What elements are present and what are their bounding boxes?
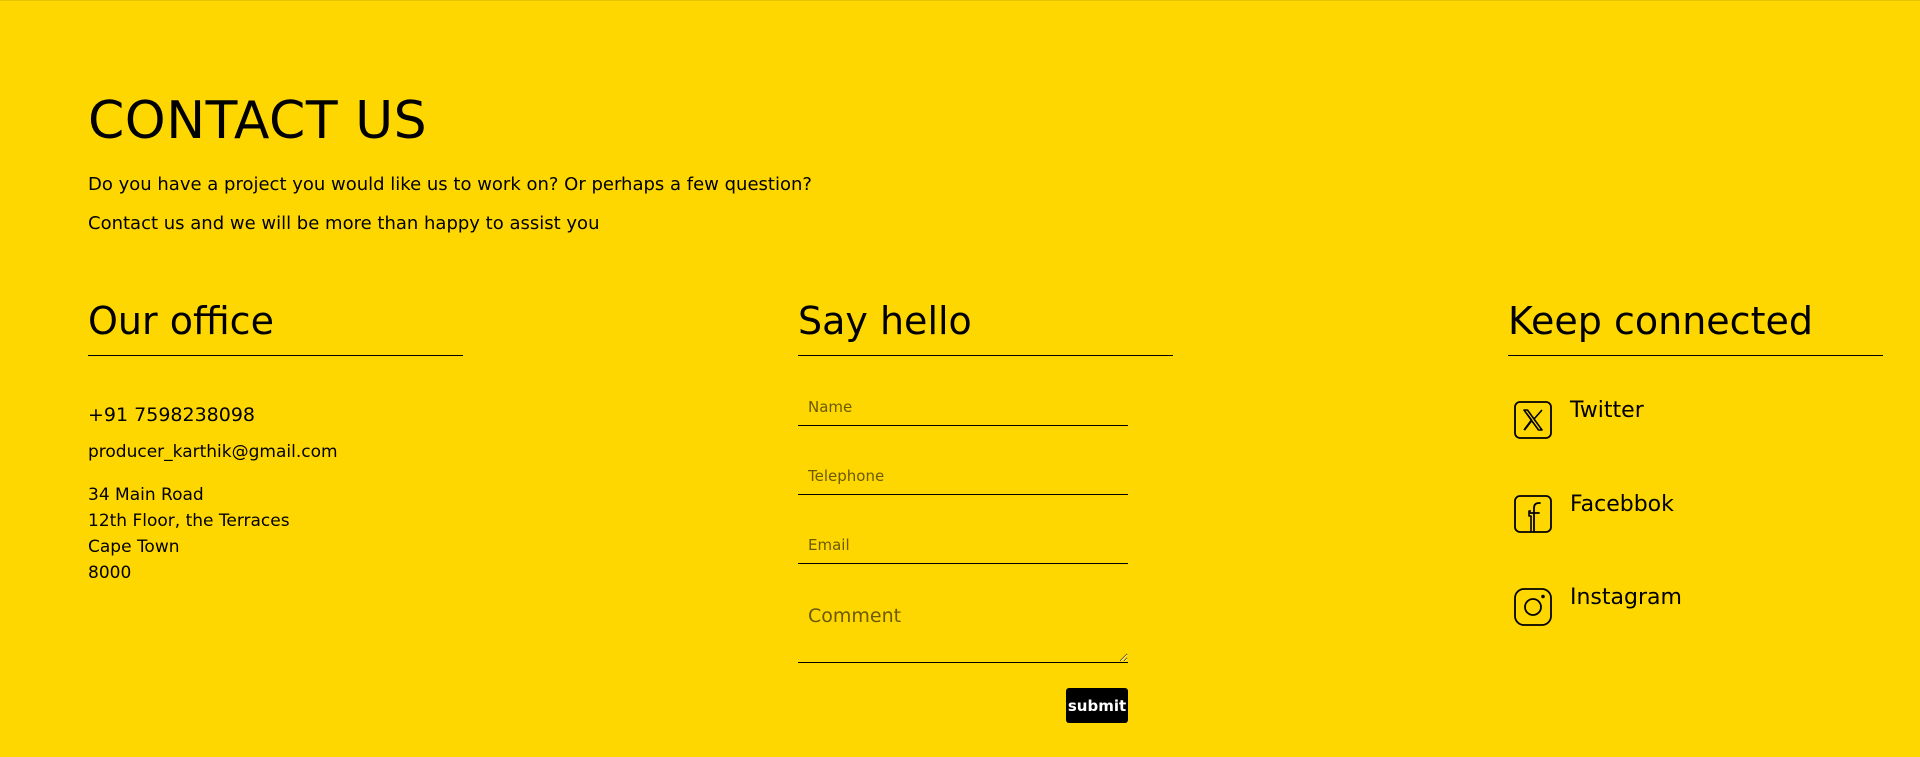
social-label-twitter: Twitter	[1570, 398, 1644, 423]
submit-button[interactable]: submit	[1066, 688, 1128, 723]
intro-text-line-1: Do you have a project you would like us …	[88, 174, 812, 195]
social-link-twitter[interactable]: Twitter	[1512, 399, 1644, 441]
social-divider	[1508, 355, 1883, 356]
telephone-input[interactable]	[798, 458, 1128, 495]
social-label-instagram: Instagram	[1570, 585, 1682, 610]
form-heading: Say hello	[798, 299, 972, 343]
contact-form-section: Say hello submit	[798, 299, 1173, 723]
office-address: 34 Main Road 12th Floor, the Terraces Ca…	[88, 482, 290, 586]
comment-textarea[interactable]	[798, 595, 1128, 663]
social-link-instagram[interactable]: Instagram	[1512, 586, 1682, 628]
email-input[interactable]	[798, 527, 1128, 564]
name-input[interactable]	[798, 389, 1128, 426]
address-line: 12th Floor, the Terraces	[88, 511, 290, 531]
address-line: 8000	[88, 563, 132, 583]
facebook-icon	[1512, 493, 1554, 535]
intro-text-line-2: Contact us and we will be more than happ…	[88, 213, 600, 234]
form-divider	[798, 355, 1173, 356]
social-section: Keep connected Twitter Facebbok Instagra…	[1508, 299, 1883, 626]
social-heading: Keep connected	[1508, 299, 1813, 343]
office-email: producer_karthik@gmail.com	[88, 442, 338, 462]
x-twitter-icon	[1512, 399, 1554, 441]
office-phone: +91 7598238098	[88, 404, 256, 426]
social-label-facebook: Facebbok	[1570, 492, 1674, 517]
office-heading: Our office	[88, 299, 274, 343]
office-divider	[88, 355, 463, 356]
office-section: Our office +91 7598238098 producer_karth…	[88, 299, 463, 583]
address-line: Cape Town	[88, 537, 180, 557]
address-line: 34 Main Road	[88, 485, 204, 505]
page-title: CONTACT US	[88, 91, 428, 151]
instagram-icon	[1512, 586, 1554, 628]
contact-page: CONTACT US Do you have a project you wou…	[0, 0, 1920, 757]
social-link-facebook[interactable]: Facebbok	[1512, 493, 1674, 535]
